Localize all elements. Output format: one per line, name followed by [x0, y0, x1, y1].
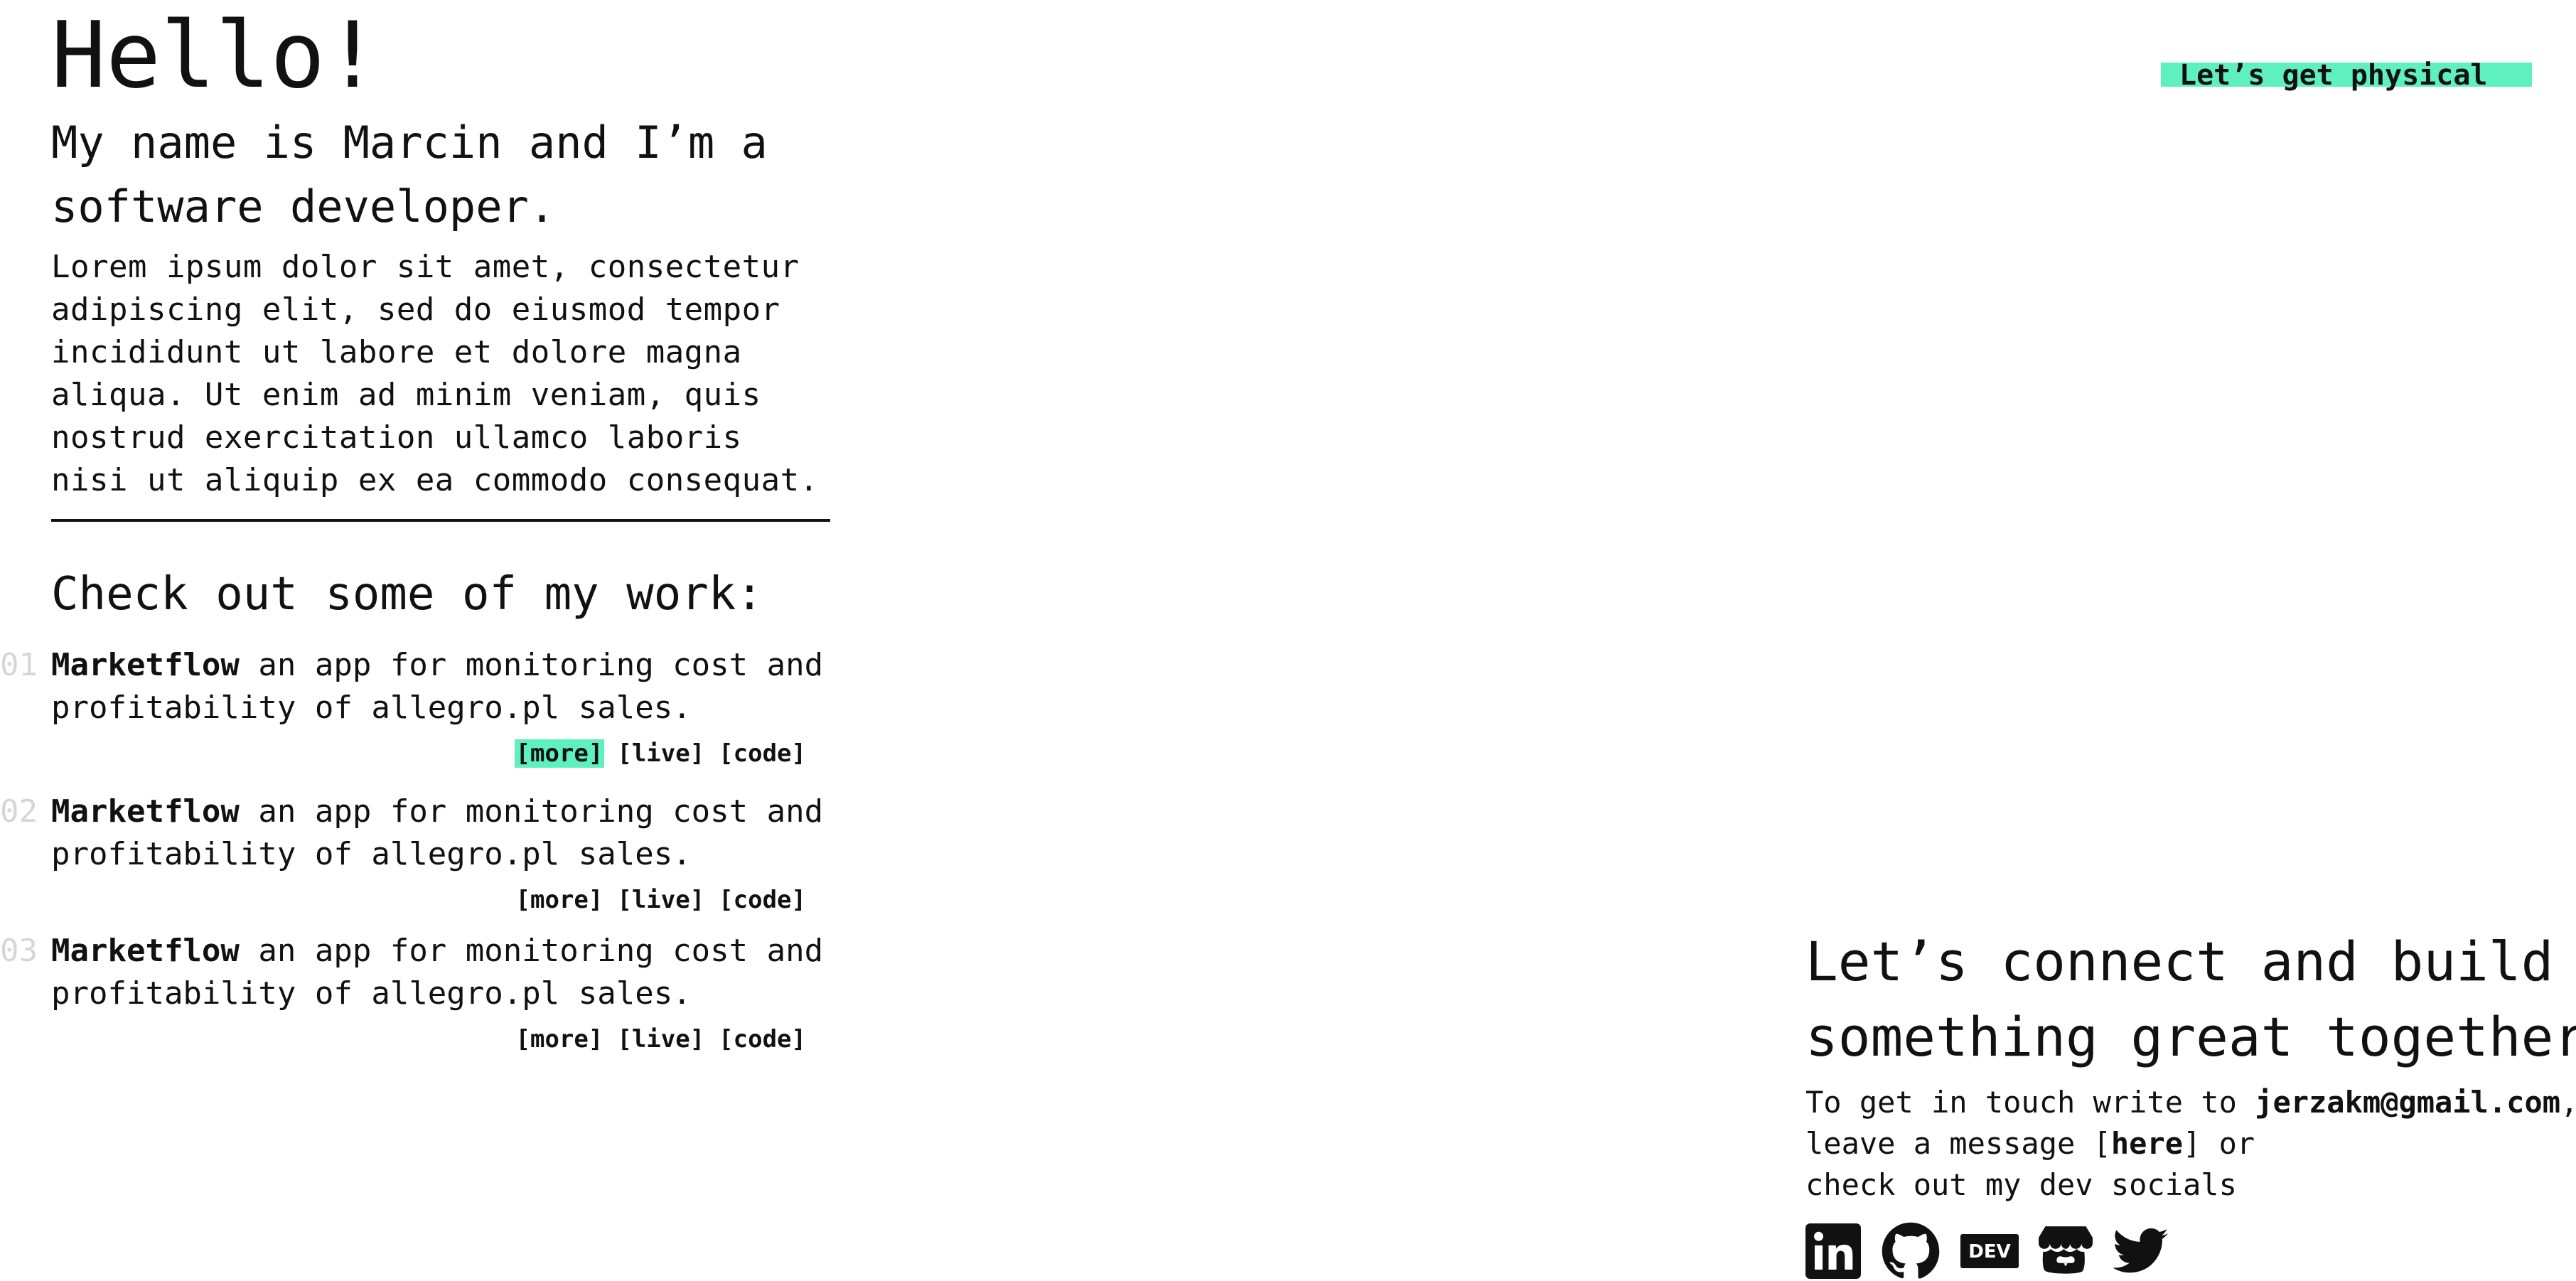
project-item: 03 Marketflow an app for monitoring cost… [0, 930, 833, 1055]
dev-icon[interactable]: DEV [1960, 1234, 2019, 1268]
lets-get-physical-button[interactable]: Let’s get physical [2161, 59, 2532, 92]
hello-heading: Hello! [51, 3, 380, 109]
contact-heading: Let’s connect and build something great t… [1805, 924, 2576, 1075]
project-links: [more] [live] [code] [51, 738, 807, 769]
contact-line2-suffix: ] or [2183, 1126, 2255, 1161]
contact-line1-prefix: To get in touch write to [1805, 1085, 2255, 1120]
project-live-link[interactable]: [live] [616, 1025, 706, 1054]
contact-section: Let’s connect and build something great t… [1805, 924, 2576, 1281]
divider [51, 519, 830, 522]
project-name: Marketflow [51, 933, 240, 969]
bio-paragraph: Lorem ipsum dolor sit amet, consectetur … [51, 249, 819, 498]
project-more-link[interactable]: [more] [515, 886, 605, 914]
project-live-link[interactable]: [live] [616, 739, 706, 768]
contact-text: To get in touch write to jerzakm@gmail.c… [1805, 1082, 2576, 1206]
project-name: Marketflow [51, 647, 240, 683]
work-heading: Check out some of my work: [51, 568, 763, 621]
github-icon[interactable] [1881, 1221, 1941, 1281]
contact-line1-suffix: , [2560, 1085, 2576, 1120]
contact-heading-line1: Let’s connect and build [1805, 930, 2554, 993]
contact-heading-line2: something great together [1805, 1005, 2576, 1068]
project-links: [more] [live] [code] [51, 884, 807, 916]
project-item: 02 Marketflow an app for monitoring cost… [0, 790, 833, 916]
contact-email-link[interactable]: jerzakm@gmail.com [2255, 1085, 2560, 1120]
project-description: Marketflow an app for monitoring cost an… [51, 930, 833, 1015]
project-live-link[interactable]: [live] [616, 886, 706, 914]
project-description: Marketflow an app for monitoring cost an… [51, 790, 833, 876]
project-more-link[interactable]: [more] [515, 1025, 605, 1054]
twitter-icon[interactable] [2113, 1228, 2168, 1275]
project-code-link[interactable]: [code] [717, 1025, 807, 1054]
project-number: 01 [0, 647, 38, 683]
social-links: DEV [1805, 1221, 2576, 1281]
contact-line3: check out my dev socials [1805, 1167, 2237, 1202]
project-number: 02 [0, 793, 38, 830]
project-code-link[interactable]: [code] [717, 739, 807, 768]
project-code-link[interactable]: [code] [717, 886, 807, 914]
project-number: 03 [0, 933, 38, 969]
dev-icon-label: DEV [1968, 1241, 2010, 1263]
project-description: Marketflow an app for monitoring cost an… [51, 644, 833, 729]
project-name: Marketflow [51, 793, 240, 830]
left-column: Hello! My name is Marcin and I’m a softw… [0, 0, 833, 1055]
lets-get-physical-label: Let’s get physical [2179, 59, 2488, 92]
linkedin-icon[interactable] [1805, 1223, 1861, 1279]
contact-line2-prefix: leave a message [ [1805, 1126, 2111, 1161]
project-links: [more] [live] [code] [51, 1024, 807, 1055]
intro-heading: My name is Marcin and I’m a software dev… [51, 117, 768, 232]
message-here-link[interactable]: here [2111, 1126, 2183, 1161]
project-item: 01 Marketflow an app for monitoring cost… [0, 644, 833, 769]
project-more-link[interactable]: [more] [514, 739, 605, 768]
